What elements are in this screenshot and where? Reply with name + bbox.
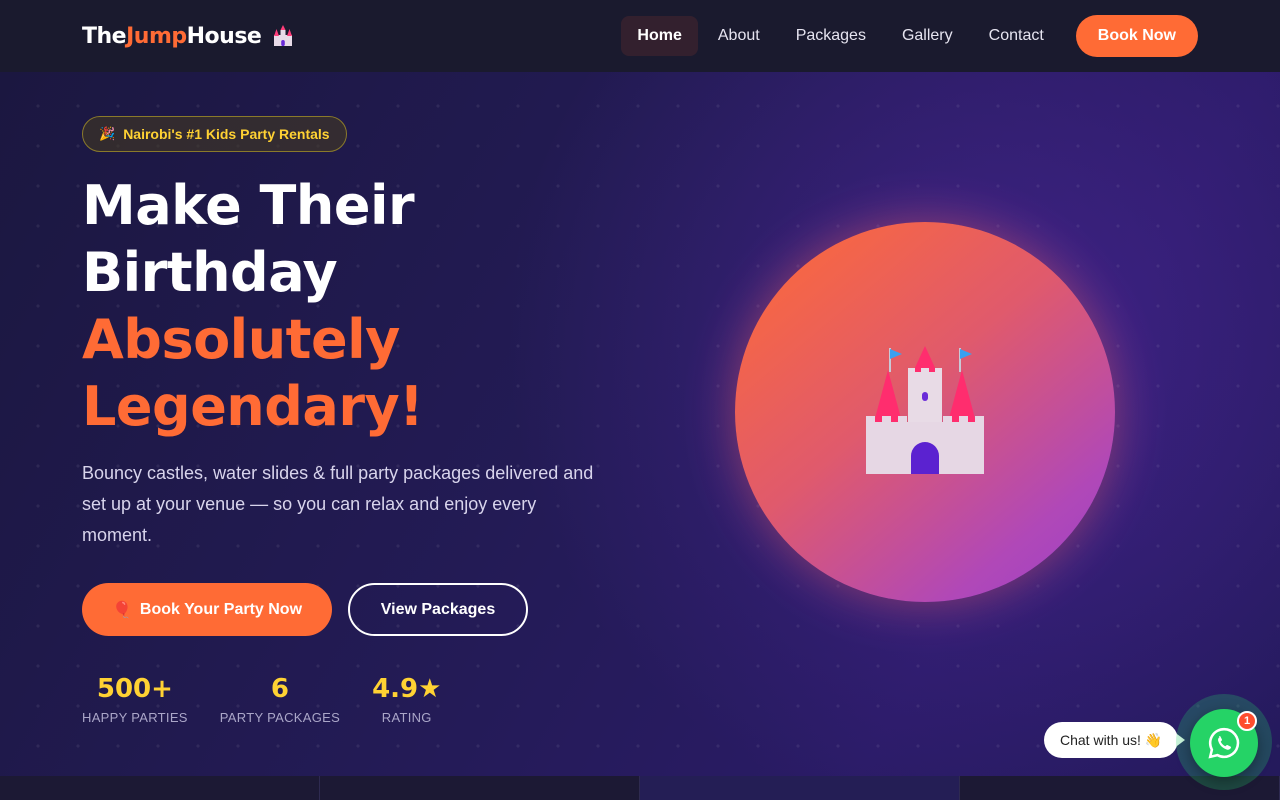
nav-link-contact[interactable]: Contact [973, 16, 1060, 56]
hero-headline: Make Their Birthday Absolutely Legendary… [82, 172, 424, 440]
notification-count-badge: 1 [1237, 711, 1257, 731]
book-now-button[interactable]: Book Now [1075, 15, 1198, 57]
stat-value: 6 [270, 674, 289, 704]
headline-line-3: Absolutely [82, 308, 400, 371]
stat-party-packages: 6 PARTY PACKAGES [220, 672, 340, 725]
party-popper-icon: 🎉 [99, 126, 116, 141]
stat-value: 500+ [96, 674, 173, 704]
nav-link-about[interactable]: About [702, 16, 776, 56]
headline-line-1: Make Their [82, 174, 415, 237]
stat-label: RATING [381, 710, 432, 725]
hero-stats: 500+ HAPPY PARTIES 6 PARTY PACKAGES 4.9★… [82, 672, 441, 725]
logo-text-the: The [82, 23, 127, 49]
castle-icon [274, 25, 293, 46]
stat-label: HAPPY PARTIES [82, 710, 188, 725]
book-your-party-label: Book Your Party Now [139, 600, 303, 618]
site-logo[interactable]: The Jump House [82, 24, 295, 49]
view-packages-button[interactable]: View Packages [348, 583, 528, 636]
nav-link-home[interactable]: Home [621, 16, 698, 56]
stat-happy-parties: 500+ HAPPY PARTIES [82, 672, 188, 725]
nav-link-gallery[interactable]: Gallery [886, 16, 969, 56]
headline-line-4: Legendary! [82, 375, 424, 438]
castle-illustration-icon [866, 346, 984, 474]
hero-section: 🎉 Nairobi's #1 Kids Party Rentals Make T… [0, 72, 1280, 776]
stat-label: PARTY PACKAGES [219, 710, 341, 725]
hero-description: Bouncy castles, water slides & full part… [82, 463, 594, 545]
nav-link-packages[interactable]: Packages [780, 16, 882, 56]
headline-line-2: Birthday [82, 241, 338, 304]
logo-text-jump: Jump [126, 23, 187, 49]
chat-bubble[interactable]: Chat with us! 👋 [1044, 722, 1186, 758]
balloon-icon: 🎈 [111, 601, 132, 619]
hero-badge: 🎉 Nairobi's #1 Kids Party Rentals [82, 116, 347, 152]
stat-rating: 4.9★ RATING [372, 672, 441, 725]
nav-links: Home About Packages Gallery Contact Book… [621, 15, 1198, 57]
stat-value: 4.9★ [372, 674, 442, 704]
hero-badge-text: Nairobi's #1 Kids Party Rentals [123, 126, 330, 142]
whatsapp-icon [1208, 727, 1240, 759]
book-your-party-button[interactable]: 🎈 Book Your Party Now [82, 583, 332, 636]
logo-text-house: House [186, 23, 262, 49]
section-divider-strip [0, 776, 1280, 800]
top-navbar: The Jump House Home About Packages Galle… [0, 0, 1280, 72]
